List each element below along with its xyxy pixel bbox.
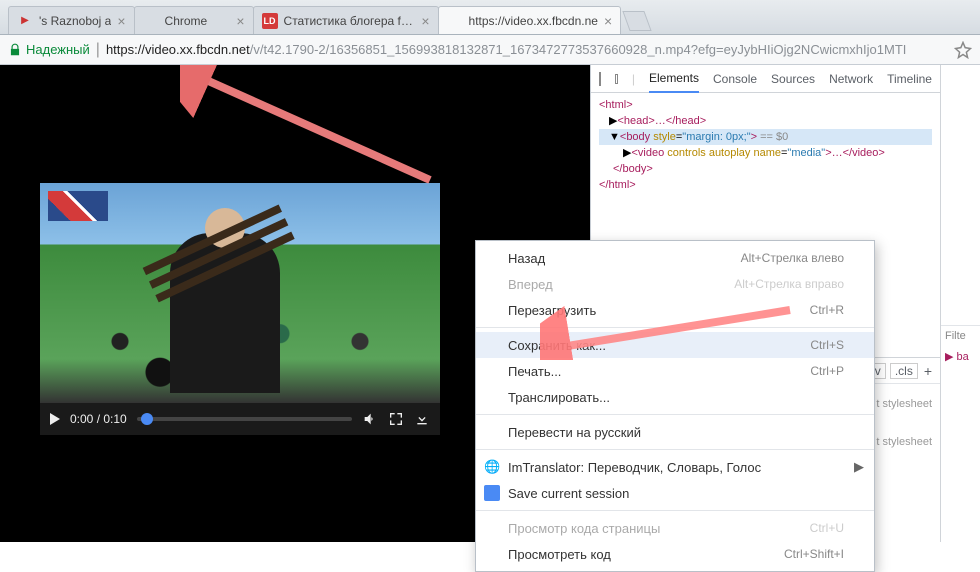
globe-icon: 🌐 — [484, 459, 500, 475]
styles-cls-toggle[interactable]: .cls — [890, 363, 918, 379]
dom-tree[interactable]: <html> ▶<head>…</head> ▼<body style="mar… — [591, 93, 940, 197]
url-host: https://video.xx.fbcdn.net — [106, 42, 250, 57]
flag-decor — [48, 191, 108, 221]
devtools-tab-timeline[interactable]: Timeline — [887, 66, 932, 92]
tab-label: 's Raznoboj a — [39, 14, 111, 28]
device-toggle-icon[interactable] — [615, 74, 617, 84]
secure-label: Надежный — [26, 42, 90, 57]
ctx-back[interactable]: НазадAlt+Стрелка влево — [476, 245, 874, 271]
dom-node[interactable]: <html> — [599, 99, 633, 111]
ctx-reload[interactable]: ПерезагрузитьCtrl+R — [476, 297, 874, 323]
favicon-play-icon: ▶ — [17, 13, 33, 29]
tab-label: Chrome — [165, 14, 231, 28]
ctx-translate[interactable]: Перевести на русский — [476, 419, 874, 445]
url-field[interactable]: https://video.xx.fbcdn.net/v/t42.1790-2/… — [106, 42, 906, 57]
dom-node[interactable]: ▶<video controls autoplay name="media">…… — [599, 145, 932, 161]
submenu-arrow-icon: ▶ — [854, 459, 864, 475]
ctx-save-session[interactable]: Save current session — [476, 480, 874, 506]
browser-tab-3[interactable]: https://video.xx.fbcdn.ne × — [438, 6, 622, 34]
ctx-save-as[interactable]: Сохранить как...Ctrl+S — [476, 332, 874, 358]
tab-label: Статистика блогера fotc — [284, 14, 416, 28]
video-frame[interactable] — [40, 183, 440, 403]
ctx-forward: ВпередAlt+Стрелка вправо — [476, 271, 874, 297]
context-menu: НазадAlt+Стрелка влево ВпередAlt+Стрелка… — [475, 240, 875, 572]
ctx-inspect[interactable]: Просмотреть кодCtrl+Shift+I — [476, 541, 874, 567]
ctx-imtranslator[interactable]: 🌐ImTranslator: Переводчик, Словарь, Голо… — [476, 454, 874, 480]
tab-label: https://video.xx.fbcdn.ne — [469, 14, 598, 28]
browser-tab-0[interactable]: ▶ 's Raznoboj a × — [8, 6, 135, 34]
browser-tab-1[interactable]: Chrome × — [134, 6, 254, 34]
play-button[interactable] — [50, 413, 60, 425]
close-icon[interactable]: × — [604, 13, 612, 29]
favicon-ld-icon: LD — [262, 13, 278, 29]
new-tab-button[interactable] — [623, 11, 652, 31]
favicon-blank-icon — [143, 13, 159, 29]
dom-node[interactable]: <head>…</head> — [617, 115, 706, 127]
volume-icon[interactable] — [362, 411, 378, 427]
url-path: /v/t42.1790-2/16356851_156993818132871_1… — [250, 42, 907, 57]
address-bar: Надежный | https://video.xx.fbcdn.net/v/… — [0, 35, 980, 65]
dom-node-selected[interactable]: ▼<body style="margin: 0px;"> == $0 — [599, 129, 932, 145]
video-player[interactable]: 0:00 / 0:10 — [40, 183, 440, 435]
filter-label: Filte — [941, 325, 980, 346]
video-controls: 0:00 / 0:10 — [40, 403, 440, 435]
separator: | — [632, 72, 635, 86]
dom-node[interactable]: </html> — [599, 179, 636, 191]
inspect-element-icon[interactable] — [599, 72, 601, 86]
tab-strip: ▶ 's Raznoboj a × Chrome × LD Статистика бло… — [0, 0, 980, 35]
video-progress[interactable] — [137, 417, 352, 421]
separator: | — [96, 41, 100, 59]
close-icon[interactable]: × — [421, 13, 429, 29]
dom-node[interactable]: </body> — [613, 163, 653, 175]
video-time: 0:00 / 0:10 — [70, 412, 127, 426]
ctx-view-source: Просмотр кода страницыCtrl+U — [476, 515, 874, 541]
side-gutter: Filte ▶ ba — [940, 65, 980, 542]
session-icon — [484, 485, 500, 501]
progress-thumb[interactable] — [141, 413, 153, 425]
devtools-toolbar: | Elements Console Sources Network Timel… — [591, 65, 940, 93]
fullscreen-icon[interactable] — [388, 411, 404, 427]
devtools-tab-console[interactable]: Console — [713, 66, 757, 92]
browser-tab-2[interactable]: LD Статистика блогера fotc × — [253, 6, 439, 34]
ba-node[interactable]: ▶ ba — [941, 346, 980, 367]
ctx-print[interactable]: Печать...Ctrl+P — [476, 358, 874, 384]
favicon-blank-icon — [447, 13, 463, 29]
devtools-tab-elements[interactable]: Elements — [649, 65, 699, 93]
bagpiper-decor — [170, 233, 280, 393]
new-style-rule-button[interactable]: + — [924, 363, 932, 379]
close-icon[interactable]: × — [236, 13, 244, 29]
devtools-tab-network[interactable]: Network — [829, 66, 873, 92]
download-icon[interactable] — [414, 411, 430, 427]
devtools-tab-sources[interactable]: Sources — [771, 66, 815, 92]
lock-icon — [8, 43, 22, 57]
close-icon[interactable]: × — [117, 13, 125, 29]
bookmark-star-icon[interactable] — [954, 41, 972, 59]
ctx-cast[interactable]: Транслировать... — [476, 384, 874, 410]
